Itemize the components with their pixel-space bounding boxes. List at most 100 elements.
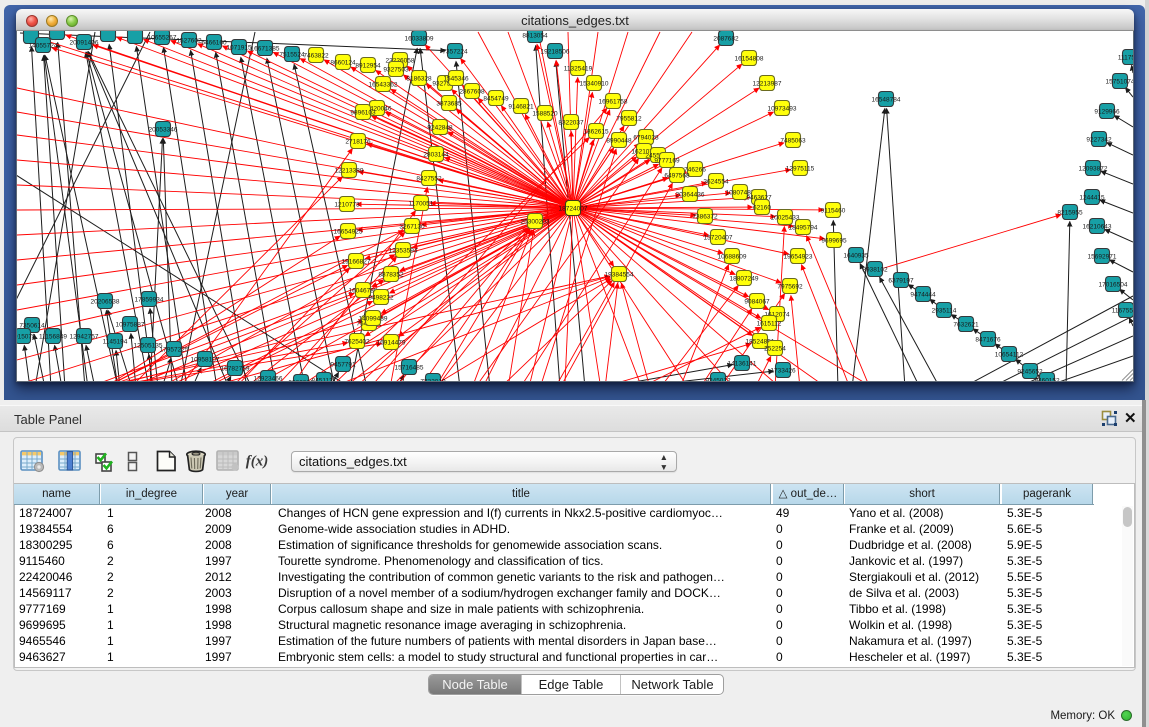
svg-text:9084067: 9084067 [744, 299, 770, 306]
svg-text:9129966: 9129966 [1094, 109, 1120, 116]
svg-text:9920331: 9920331 [288, 380, 314, 381]
svg-text:2803144: 2803144 [423, 152, 449, 159]
svg-text:12213389: 12213389 [335, 168, 364, 175]
svg-text:6794028: 6794028 [633, 135, 659, 142]
svg-text:12923466: 12923466 [254, 376, 283, 381]
svg-text:8322037: 8322037 [558, 120, 584, 127]
svg-text:7975692: 7975692 [777, 284, 803, 291]
svg-text:11156849: 11156849 [39, 334, 67, 341]
svg-text:10958107: 10958107 [191, 357, 220, 364]
svg-text:9457791: 9457791 [330, 362, 356, 369]
svg-text:19384554: 19384554 [605, 272, 634, 279]
svg-text:12505135: 12505135 [134, 343, 163, 350]
svg-text:7955812: 7955812 [616, 116, 642, 123]
svg-text:10688609: 10688609 [718, 254, 747, 261]
svg-text:14099489: 14099489 [359, 316, 388, 323]
svg-text:3915078: 3915078 [17, 334, 36, 341]
svg-text:3873685: 3873685 [436, 101, 462, 108]
svg-text:9498222: 9498222 [368, 295, 394, 302]
svg-text:15751074: 15751074 [1106, 79, 1133, 86]
svg-text:9896103: 9896103 [350, 110, 376, 117]
svg-text:2935114: 2935114 [932, 308, 957, 315]
svg-text:9327503: 9327503 [383, 67, 409, 74]
svg-text:8454749: 8454749 [483, 96, 509, 103]
svg-text:1145194: 1145194 [103, 339, 128, 346]
svg-text:8471676: 8471676 [975, 337, 1001, 344]
svg-text:19166827: 19166827 [342, 259, 371, 266]
svg-text:7515524: 7515524 [279, 52, 305, 59]
svg-text:14055724: 14055724 [29, 43, 58, 50]
svg-text:1117504: 1117504 [1118, 55, 1133, 62]
svg-text:6497568: 6497568 [664, 173, 690, 180]
svg-text:12213987: 12213987 [753, 81, 782, 88]
svg-text:8660124: 8660124 [330, 60, 356, 67]
svg-text:1071915: 1071915 [226, 45, 252, 52]
svg-text:1527602: 1527602 [176, 38, 202, 45]
svg-text:11325419: 11325419 [564, 66, 593, 73]
svg-text:7463822: 7463822 [303, 53, 329, 60]
svg-text:3624554: 3624554 [703, 179, 729, 186]
svg-text:18495794: 18495794 [789, 225, 818, 232]
svg-text:7386372: 7386372 [692, 214, 718, 221]
svg-text:9474444: 9474444 [910, 292, 936, 299]
svg-text:19218506: 19218506 [541, 49, 570, 56]
svg-text:16543362: 16543362 [369, 82, 398, 89]
svg-text:8215955: 8215955 [1057, 210, 1083, 217]
svg-text:15720407: 15720407 [704, 235, 733, 242]
svg-text:6466160: 6466160 [201, 40, 227, 47]
svg-text:2867608: 2867608 [459, 89, 485, 96]
svg-text:16671385: 16671385 [251, 46, 280, 53]
svg-text:9115460: 9115460 [821, 208, 846, 215]
svg-text:16961758: 16961758 [599, 99, 628, 106]
svg-text:25300203: 25300203 [521, 219, 550, 226]
svg-text:8186328: 8186328 [406, 76, 432, 83]
svg-text:9227342: 9227342 [1086, 137, 1112, 144]
svg-text:9245012: 9245012 [705, 378, 731, 381]
svg-text:9777169: 9777169 [654, 158, 680, 165]
svg-text:1170051: 1170051 [409, 201, 434, 208]
svg-text:16033809: 16033809 [405, 36, 434, 43]
svg-text:16914479: 16914479 [377, 340, 406, 347]
svg-text:18724007: 18724007 [559, 206, 588, 213]
svg-text:7733019: 7733019 [420, 379, 446, 381]
svg-text:15340910: 15340910 [580, 81, 609, 88]
svg-text:19654923: 19654923 [784, 254, 813, 261]
svg-text:15716485: 15716485 [395, 365, 424, 372]
svg-text:8938102: 8938102 [862, 267, 888, 274]
svg-text:20206538: 20206538 [91, 299, 120, 306]
svg-text:7357224: 7357224 [442, 49, 468, 56]
svg-text:18807249: 18807249 [730, 276, 759, 283]
svg-text:10655267: 10655267 [148, 35, 177, 42]
svg-text:1615112: 1615112 [757, 321, 782, 328]
svg-text:20053346: 20053346 [149, 127, 178, 134]
svg-text:12975115: 12975115 [786, 166, 815, 173]
svg-text:12093872: 12093872 [1079, 166, 1108, 173]
svg-text:16782759: 16782759 [221, 366, 250, 373]
svg-text:10975887: 10975887 [116, 322, 145, 329]
svg-text:1640935: 1640935 [843, 253, 869, 260]
svg-text:1210773: 1210773 [334, 202, 360, 209]
svg-text:252254: 252254 [764, 346, 786, 353]
svg-text:8990448: 8990448 [606, 138, 632, 145]
svg-text:17859934: 17859934 [135, 297, 164, 304]
svg-text:10973493: 10973493 [768, 106, 797, 113]
svg-text:16154808: 16154808 [735, 56, 764, 63]
svg-text:2718176: 2718176 [345, 139, 371, 146]
svg-text:9699695: 9699695 [821, 238, 847, 245]
svg-text:12353594: 12353594 [389, 248, 418, 255]
svg-text:17957225: 17957225 [160, 347, 189, 354]
svg-text:7632621: 7632621 [953, 322, 979, 329]
svg-text:16548784: 16548784 [872, 97, 901, 104]
svg-text:15692971: 15692971 [1088, 254, 1117, 261]
svg-text:14136141: 14136141 [728, 361, 757, 368]
svg-text:2087682: 2087682 [713, 36, 739, 43]
svg-text:17016504: 17016504 [1099, 282, 1128, 289]
svg-text:1545346: 1545346 [443, 76, 469, 83]
svg-text:10654112: 10654112 [995, 352, 1024, 359]
svg-text:1588520: 1588520 [532, 111, 558, 118]
svg-text:20091406: 20091406 [70, 40, 99, 47]
svg-text:9460152: 9460152 [1034, 378, 1060, 381]
svg-text:1362615: 1362615 [583, 129, 609, 136]
svg-text:62160: 62160 [753, 205, 771, 212]
svg-text:6379197: 6379197 [888, 278, 914, 285]
